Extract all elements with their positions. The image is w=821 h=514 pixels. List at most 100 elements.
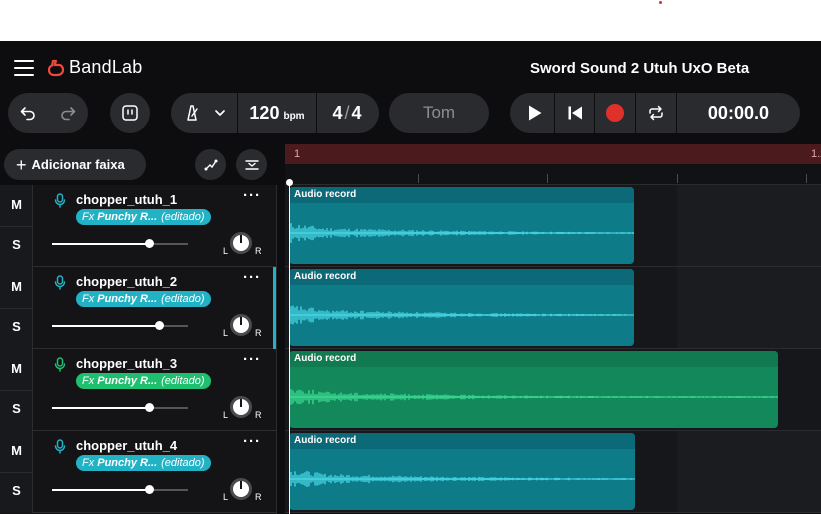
- rewind-button[interactable]: [555, 93, 595, 133]
- track-name[interactable]: chopper_utuh_2: [76, 274, 177, 289]
- tempo-group: 120 bpm 4/4: [171, 93, 379, 133]
- pan-control[interactable]: LR: [222, 228, 262, 258]
- loop-icon: [649, 105, 663, 121]
- track-options-icon[interactable]: ···: [243, 433, 261, 450]
- mute-button[interactable]: M: [0, 361, 33, 376]
- solo-button[interactable]: S: [0, 237, 33, 252]
- volume-slider[interactable]: [52, 485, 188, 494]
- volume-knob[interactable]: [145, 403, 154, 412]
- snap-button[interactable]: [110, 93, 150, 133]
- bandlab-logo-icon: [47, 59, 65, 76]
- bpm-value: 120: [249, 102, 280, 123]
- track-name[interactable]: chopper_utuh_1: [76, 192, 177, 207]
- fx-preset-badge[interactable]: Fx Punchy R... (editado): [76, 455, 211, 471]
- pan-knob[interactable]: [230, 478, 252, 500]
- audio-clip[interactable]: Audio record: [289, 269, 634, 346]
- track-header-1[interactable]: M S chopper_utuh_1 ··· Fx Punchy R... (edi…: [0, 185, 277, 267]
- loop-region-ruler[interactable]: 1 1.2: [285, 144, 821, 164]
- microphone-icon: [54, 357, 66, 372]
- undo-button[interactable]: [8, 93, 48, 133]
- redo-button[interactable]: [48, 93, 88, 133]
- volume-knob[interactable]: [155, 321, 164, 330]
- pan-knob[interactable]: [230, 396, 252, 418]
- track-options-icon[interactable]: ···: [243, 269, 261, 286]
- volume-knob[interactable]: [145, 485, 154, 494]
- audio-clip[interactable]: Audio record: [289, 433, 635, 510]
- plus-icon: +: [16, 154, 27, 175]
- track-lane-2[interactable]: Audio record: [285, 267, 821, 349]
- fx-preset-badge[interactable]: Fx Punchy R... (editado): [76, 291, 211, 307]
- notification-dot: [659, 1, 662, 4]
- track-options-icon[interactable]: ···: [243, 351, 261, 368]
- track-header-4[interactable]: M S chopper_utuh_4 ··· Fx Punchy R... (edi…: [0, 431, 277, 513]
- clip-title: Audio record: [294, 189, 357, 200]
- key-value: Tom: [422, 103, 456, 122]
- fx-prefix: Fx: [82, 375, 95, 387]
- fx-prefix: Fx: [82, 211, 95, 223]
- audio-clip[interactable]: Audio record: [289, 187, 634, 264]
- pan-knob[interactable]: [230, 314, 252, 336]
- redo-icon: [61, 107, 76, 121]
- track-lane-3[interactable]: Audio record: [285, 349, 821, 431]
- pan-control[interactable]: LR: [222, 392, 262, 422]
- hamburger-menu-icon[interactable]: [14, 60, 34, 76]
- solo-button[interactable]: S: [0, 319, 33, 334]
- clip-title: Audio record: [294, 353, 357, 364]
- playhead-handle[interactable]: [286, 179, 293, 186]
- fx-preset-badge[interactable]: Fx Punchy R... (editado): [76, 373, 211, 389]
- project-title[interactable]: Sword Sound 2 Utuh UxO Beta: [530, 60, 749, 77]
- beat-tick: [806, 174, 807, 183]
- mute-solo-column: M S: [0, 349, 33, 431]
- key-selector[interactable]: Tom: [389, 93, 489, 133]
- fx-state: (editado): [161, 375, 205, 387]
- play-button[interactable]: [510, 93, 554, 133]
- metronome-button[interactable]: [171, 93, 237, 133]
- playhead[interactable]: [289, 182, 290, 514]
- add-track-button[interactable]: + Adicionar faixa: [4, 149, 146, 180]
- chevron-down-icon: [215, 110, 225, 116]
- waveform: [289, 389, 778, 405]
- track-lane-4[interactable]: Audio record: [285, 431, 821, 513]
- pan-control[interactable]: LR: [222, 474, 262, 504]
- volume-slider[interactable]: [52, 403, 188, 412]
- fx-state: (editado): [161, 211, 205, 223]
- waveform: [289, 304, 634, 326]
- mute-button[interactable]: M: [0, 197, 33, 212]
- fx-state: (editado): [161, 293, 205, 305]
- bandlab-logo[interactable]: BandLab: [47, 57, 142, 78]
- pan-control[interactable]: LR: [222, 310, 262, 340]
- volume-knob[interactable]: [145, 239, 154, 248]
- track-lane-1[interactable]: Audio record: [285, 185, 821, 267]
- volume-slider[interactable]: [52, 239, 188, 248]
- audio-clip[interactable]: Audio record: [289, 351, 778, 428]
- undo-redo-group: [8, 93, 88, 133]
- time-signature-control[interactable]: 4/4: [317, 93, 377, 133]
- fit-tracks-button[interactable]: [236, 149, 267, 180]
- timeline-ruler[interactable]: [285, 164, 821, 185]
- volume-slider[interactable]: [52, 321, 188, 330]
- track-header-3[interactable]: M S chopper_utuh_3 ··· Fx Punchy R... (edi…: [0, 349, 277, 431]
- fx-preset-badge[interactable]: Fx Punchy R... (editado): [76, 209, 211, 225]
- automation-curve-icon: [204, 159, 217, 170]
- record-button[interactable]: [595, 93, 635, 133]
- solo-button[interactable]: S: [0, 483, 33, 498]
- fx-name: Punchy R...: [97, 457, 158, 469]
- waveform: [289, 471, 635, 487]
- track-name[interactable]: chopper_utuh_3: [76, 356, 177, 371]
- track-name[interactable]: chopper_utuh_4: [76, 438, 177, 453]
- track-headers: M S chopper_utuh_1 ··· Fx Punchy R... (edi…: [0, 185, 277, 514]
- play-icon: [528, 105, 542, 121]
- microphone-icon: [54, 439, 66, 454]
- beat-tick: [677, 174, 678, 183]
- mute-solo-column: M S: [0, 267, 33, 349]
- automation-button[interactable]: [195, 149, 226, 180]
- track-header-2[interactable]: M S chopper_utuh_2 ··· Fx Punchy R... (edi…: [0, 267, 277, 349]
- brand-name: BandLab: [69, 57, 143, 77]
- mute-button[interactable]: M: [0, 279, 33, 294]
- solo-button[interactable]: S: [0, 401, 33, 416]
- mute-button[interactable]: M: [0, 443, 33, 458]
- track-options-icon[interactable]: ···: [243, 187, 261, 204]
- pan-knob[interactable]: [230, 232, 252, 254]
- loop-button[interactable]: [636, 93, 676, 133]
- bpm-control[interactable]: 120 bpm: [238, 93, 316, 133]
